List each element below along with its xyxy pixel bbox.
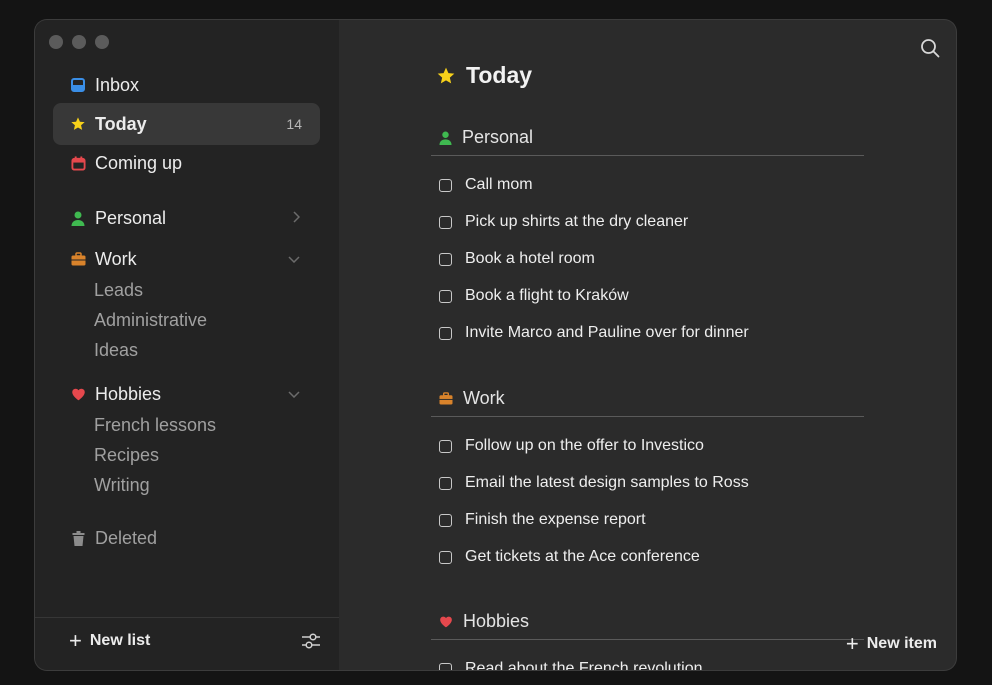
- task-checkbox[interactable]: [439, 252, 452, 266]
- task-checkbox[interactable]: [439, 662, 452, 670]
- section-header-work: Work: [431, 381, 864, 417]
- sidebar-item-hobbies[interactable]: Hobbies: [53, 373, 320, 415]
- sidebar-item-coming-up[interactable]: Coming up: [53, 142, 320, 184]
- sliders-icon[interactable]: [301, 631, 321, 656]
- sidebar-item-work[interactable]: Work: [53, 238, 320, 280]
- close-window-button[interactable]: [49, 35, 63, 49]
- sidebar-item-label: Coming up: [95, 152, 183, 173]
- new-list-button[interactable]: + New list: [69, 628, 151, 653]
- sidebar-item-personal[interactable]: Personal: [53, 197, 320, 239]
- page-title-text: Today: [466, 62, 533, 88]
- heart-icon: [439, 615, 453, 628]
- heart-icon: [70, 386, 86, 402]
- sidebar-subitem-french-lessons[interactable]: French lessons: [94, 415, 216, 436]
- sidebar-footer: + New list: [35, 617, 339, 670]
- minimize-window-button[interactable]: [72, 35, 86, 49]
- new-item-button[interactable]: + New item: [845, 631, 937, 656]
- task-item[interactable]: Pick up shirts at the dry cleaner: [439, 213, 688, 231]
- task-label: Invite Marco and Pauline over for dinner: [465, 324, 749, 341]
- sidebar-subitem-administrative[interactable]: Administrative: [94, 310, 207, 331]
- section-title: Hobbies: [463, 611, 530, 631]
- sidebar: Inbox Today 14 Coming up Personal Work L…: [35, 20, 339, 670]
- page-title: Today: [436, 62, 532, 89]
- task-checkbox[interactable]: [439, 513, 452, 527]
- task-item[interactable]: Book a flight to Kraków: [439, 287, 629, 305]
- task-label: Book a hotel room: [465, 250, 595, 267]
- briefcase-icon: [439, 392, 453, 405]
- sidebar-item-label: Deleted: [95, 527, 158, 548]
- task-label: Finish the expense report: [465, 511, 646, 528]
- task-item[interactable]: Get tickets at the Ace conference: [439, 548, 700, 566]
- person-icon: [439, 131, 452, 145]
- task-label: Pick up shirts at the dry cleaner: [465, 213, 689, 230]
- sidebar-item-inbox[interactable]: Inbox: [53, 64, 320, 106]
- section-header-hobbies: Hobbies: [431, 604, 864, 640]
- section-title: Personal: [462, 127, 534, 147]
- task-item[interactable]: Call mom: [439, 176, 533, 194]
- task-item[interactable]: Invite Marco and Pauline over for dinner: [439, 324, 749, 342]
- chevron-down-icon[interactable]: [288, 387, 300, 401]
- sidebar-subitem-leads[interactable]: Leads: [94, 280, 143, 301]
- sidebar-item-label: Personal: [95, 207, 167, 228]
- star-icon: [70, 116, 86, 132]
- section-title: Work: [463, 388, 505, 408]
- star-icon: [436, 66, 456, 86]
- search-icon[interactable]: [920, 38, 940, 63]
- task-item[interactable]: Email the latest design samples to Ross: [439, 474, 749, 492]
- task-checkbox[interactable]: [439, 326, 452, 340]
- task-checkbox[interactable]: [439, 289, 452, 303]
- task-checkbox[interactable]: [439, 439, 452, 453]
- trash-icon: [70, 530, 86, 546]
- task-checkbox[interactable]: [439, 215, 452, 229]
- briefcase-icon: [70, 251, 86, 267]
- sidebar-item-label: Inbox: [95, 74, 140, 95]
- sidebar-subitem-ideas[interactable]: Ideas: [94, 340, 138, 361]
- sidebar-item-today[interactable]: Today 14: [53, 103, 320, 145]
- calendar-icon: [70, 155, 86, 171]
- task-item[interactable]: Follow up on the offer to Investico: [439, 437, 704, 455]
- sidebar-item-deleted[interactable]: Deleted: [53, 517, 320, 559]
- task-label: Call mom: [465, 176, 533, 193]
- task-checkbox[interactable]: [439, 550, 452, 564]
- sidebar-subitem-recipes[interactable]: Recipes: [94, 445, 159, 466]
- task-item[interactable]: Book a hotel room: [439, 250, 595, 268]
- task-label: Follow up on the offer to Investico: [465, 437, 704, 454]
- main-content: Today Personal Call mom Pick up shirts a…: [339, 20, 956, 670]
- app-window: Inbox Today 14 Coming up Personal Work L…: [35, 20, 956, 670]
- zoom-window-button[interactable]: [95, 35, 109, 49]
- chevron-down-icon[interactable]: [288, 252, 300, 266]
- window-controls: [49, 35, 109, 49]
- sidebar-item-label: Work: [95, 248, 137, 269]
- section-header-personal: Personal: [431, 120, 864, 156]
- chevron-right-icon[interactable]: [292, 210, 301, 226]
- inbox-icon: [70, 77, 86, 93]
- task-count-badge: 14: [286, 116, 302, 132]
- task-checkbox[interactable]: [439, 476, 452, 490]
- sidebar-subitem-writing[interactable]: Writing: [94, 475, 150, 496]
- task-label: Email the latest design samples to Ross: [465, 474, 749, 491]
- task-item[interactable]: Read about the French revolution: [439, 660, 702, 670]
- task-label: Book a flight to Kraków: [465, 287, 629, 304]
- sidebar-item-label: Today: [95, 113, 147, 134]
- task-label: Get tickets at the Ace conference: [465, 548, 700, 565]
- new-list-label: New list: [89, 632, 151, 649]
- task-checkbox[interactable]: [439, 178, 452, 192]
- task-label: Read about the French revolution: [465, 660, 703, 670]
- plus-icon: +: [69, 628, 82, 653]
- task-item[interactable]: Finish the expense report: [439, 511, 646, 529]
- plus-icon: +: [845, 631, 859, 656]
- sidebar-item-label: Hobbies: [95, 383, 162, 404]
- person-icon: [70, 210, 86, 226]
- new-item-label: New item: [866, 635, 937, 652]
